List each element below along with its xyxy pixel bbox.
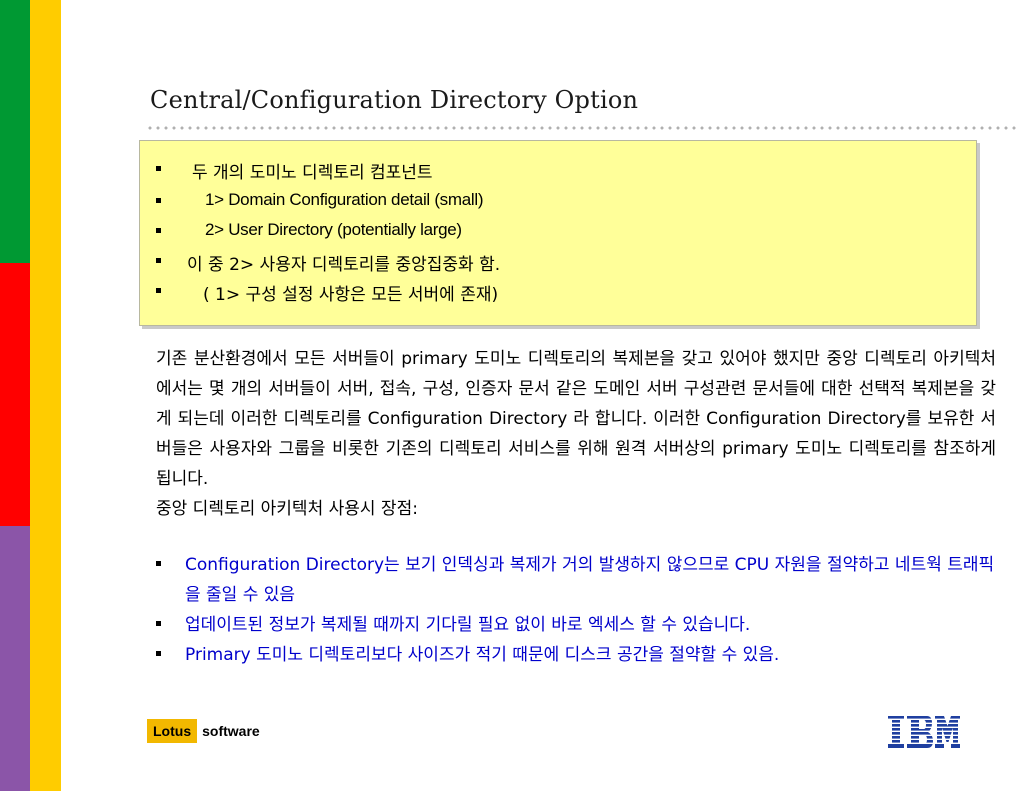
- software-logo-text: software: [202, 723, 260, 739]
- green-stripe: [0, 0, 30, 263]
- body-paragraph: 기존 분산환경에서 모든 서버들이 primary 도미노 디렉토리의 복제본을…: [156, 349, 996, 489]
- advantage-item: 업데이트된 정보가 복제될 때까지 기다릴 필요 없이 바로 엑세스 할 수 있…: [156, 610, 996, 640]
- bullet-icon: [156, 621, 161, 626]
- slide-title: Central/Configuration Directory Option: [150, 86, 639, 114]
- bullet-icon: [156, 166, 161, 171]
- left-color-stripe: [0, 0, 30, 791]
- advantages-heading: 중앙 디렉토리 아키텍처 사용시 장점:: [156, 499, 418, 519]
- bullet-icon: [156, 258, 161, 263]
- highlight-box: 두 개의 도미노 디렉토리 컴포넌트 1> Domain Configurati…: [139, 140, 977, 326]
- advantage-item: Primary 도미노 디렉토리보다 사이즈가 적기 때문에 디스크 공간을 절…: [156, 640, 996, 670]
- purple-stripe: [0, 526, 30, 791]
- bullet-icon: [156, 228, 161, 233]
- yellow-stripe: [30, 0, 61, 791]
- bullet-icon: [156, 288, 161, 293]
- bullet-icon: [156, 651, 161, 656]
- dotted-divider: [146, 126, 1016, 130]
- ibm-logo: [888, 716, 960, 748]
- bullet-icon: [156, 561, 161, 566]
- lotus-logo-mark: Lotus: [147, 719, 198, 743]
- body-text: 기존 분산환경에서 모든 서버들이 primary 도미노 디렉토리의 복제본을…: [156, 344, 996, 524]
- lotus-software-logo: Lotus software: [147, 718, 260, 744]
- bullet-icon: [156, 198, 161, 203]
- red-stripe: [0, 263, 30, 526]
- advantage-item: Configuration Directory는 보기 인덱싱과 복제가 거의 …: [156, 550, 996, 610]
